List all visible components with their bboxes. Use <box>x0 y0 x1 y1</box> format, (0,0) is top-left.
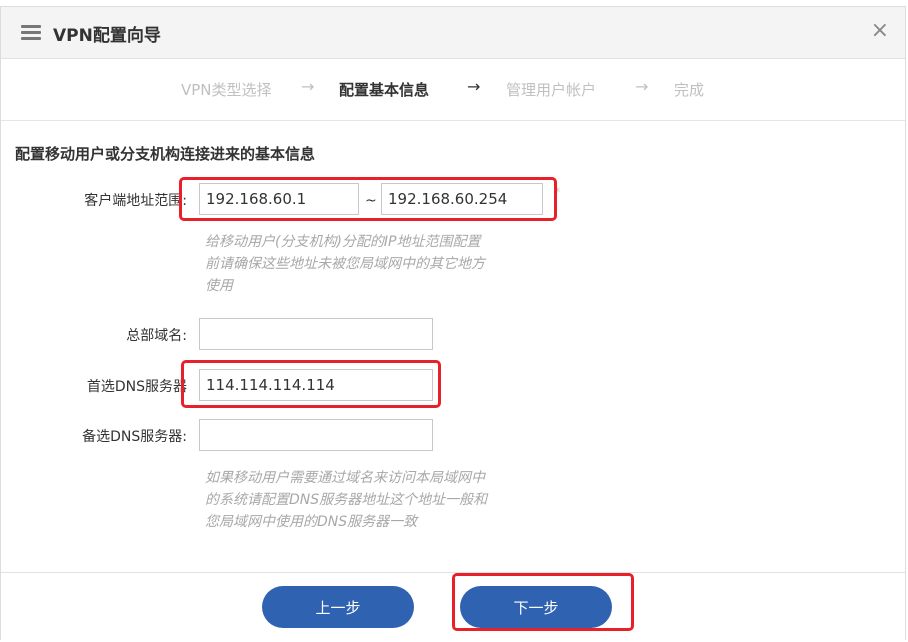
primary-dns-label: 首选DNS服务器 <box>86 379 187 395</box>
step-arrow-icon: → <box>635 77 649 96</box>
client-range-hint: 给移动用户(分支机构)分配的IP地址范围配置 前请确保这些地址未被您局域网中的其… <box>205 234 485 294</box>
domain-input[interactable] <box>199 318 433 350</box>
highlight-box-range <box>179 177 557 221</box>
step-manage-users: 管理用户帐户 <box>506 81 597 99</box>
title-bar: VPN配置向导 × <box>1 7 905 59</box>
step-arrow-icon: → <box>301 77 315 96</box>
menu-icon[interactable] <box>21 25 41 41</box>
secondary-dns-label: 备选DNS服务器: <box>82 429 187 445</box>
wizard-steps: VPN类型选择 → 配置基本信息 → 管理用户帐户 → 完成 <box>1 59 905 121</box>
form-heading: 配置移动用户或分支机构连接进来的基本信息 <box>15 145 316 163</box>
vpn-wizard-dialog: VPN配置向导 × VPN类型选择 → 配置基本信息 → 管理用户帐户 → 完成… <box>0 6 906 641</box>
highlight-box-dns <box>181 360 441 408</box>
step-finish: 完成 <box>674 81 705 99</box>
dialog-title: VPN配置向导 <box>53 26 161 46</box>
dialog-footer: 上一步 下一步 <box>1 572 905 641</box>
domain-label: 总部域名: <box>126 328 187 344</box>
secondary-dns-hint: 如果移动用户需要通过域名来访问本局域网中 的系统请配置DNS服务器地址这个地址一… <box>205 470 488 530</box>
step-vpn-type: VPN类型选择 <box>181 81 272 99</box>
prev-step-button[interactable]: 上一步 <box>262 586 414 628</box>
step-arrow-icon: → <box>467 77 481 96</box>
client-range-label: 客户端地址范围: <box>84 193 187 209</box>
step-basic-info: 配置基本信息 <box>339 81 430 99</box>
secondary-dns-input[interactable] <box>199 419 433 451</box>
highlight-box-next <box>452 573 634 631</box>
close-icon[interactable]: × <box>871 19 889 43</box>
